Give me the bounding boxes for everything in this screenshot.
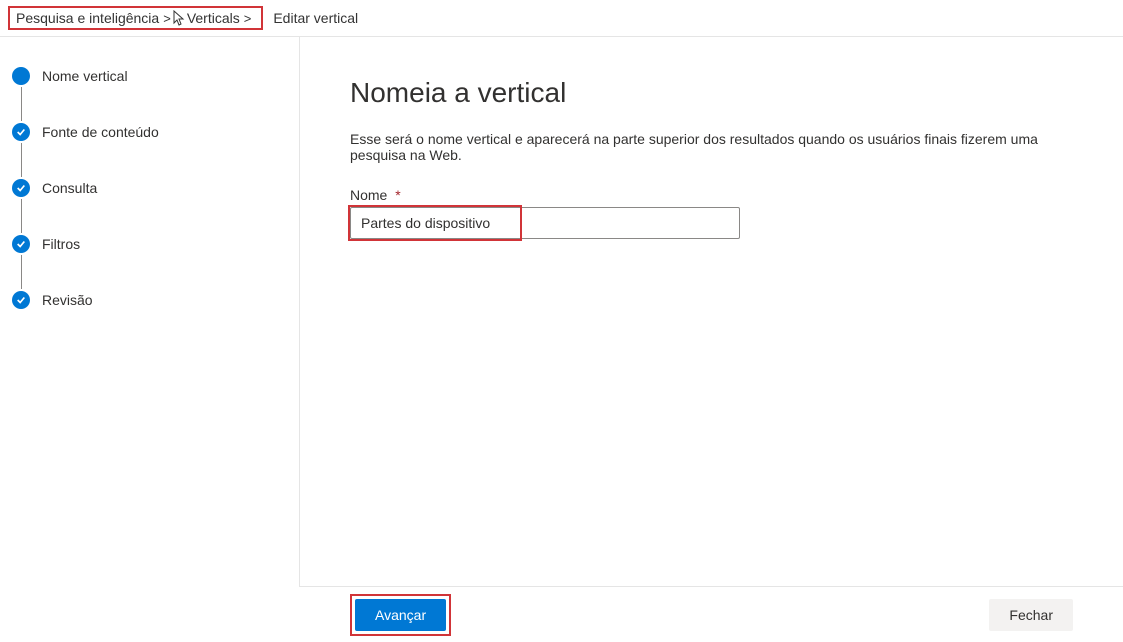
checkmark-icon — [12, 291, 30, 309]
step-label: Nome vertical — [42, 68, 128, 84]
breadcrumb-separator: > — [244, 11, 252, 26]
breadcrumb-separator: > — [163, 11, 171, 26]
checkmark-icon — [12, 123, 30, 141]
step-filtros[interactable]: Filtros — [12, 235, 289, 291]
step-fonte-conteudo[interactable]: Fonte de conteúdo — [12, 123, 289, 179]
step-label: Fonte de conteúdo — [42, 124, 159, 140]
cursor-icon — [173, 10, 185, 26]
page-title: Nomeia a vertical — [350, 77, 1073, 109]
page-description: Esse será o nome vertical e aparecerá na… — [350, 131, 1073, 163]
required-asterisk: * — [395, 187, 400, 203]
breadcrumb: Pesquisa e inteligência > Verticals > Ed… — [0, 0, 1123, 37]
label-text: Nome — [350, 187, 387, 203]
step-label: Revisão — [42, 292, 93, 308]
primary-button-highlight: Avançar — [350, 594, 451, 636]
name-input[interactable] — [350, 207, 740, 239]
name-field-label: Nome * — [350, 187, 1073, 203]
checkmark-icon — [12, 235, 30, 253]
footer-bar: Avançar Fechar — [300, 586, 1123, 642]
next-button[interactable]: Avançar — [355, 599, 446, 631]
wizard-sidebar: Nome vertical Fonte de conteúdo Consulta… — [0, 37, 300, 587]
name-input-wrapper — [350, 207, 740, 239]
step-revisao[interactable]: Revisão — [12, 291, 289, 309]
breadcrumb-current: Editar vertical — [273, 10, 358, 26]
checkmark-icon — [12, 179, 30, 197]
breadcrumb-highlight: Pesquisa e inteligência > Verticals > — [8, 6, 263, 30]
breadcrumb-link-search-intelligence[interactable]: Pesquisa e inteligência — [16, 10, 159, 26]
step-consulta[interactable]: Consulta — [12, 179, 289, 235]
step-nome-vertical[interactable]: Nome vertical — [12, 67, 289, 123]
step-label: Filtros — [42, 236, 80, 252]
main-content: Nomeia a vertical Esse será o nome verti… — [300, 37, 1123, 587]
step-current-icon — [12, 67, 30, 85]
step-label: Consulta — [42, 180, 97, 196]
close-button[interactable]: Fechar — [989, 599, 1073, 631]
step-list: Nome vertical Fonte de conteúdo Consulta… — [12, 67, 289, 309]
breadcrumb-link-verticals[interactable]: Verticals — [187, 10, 240, 26]
